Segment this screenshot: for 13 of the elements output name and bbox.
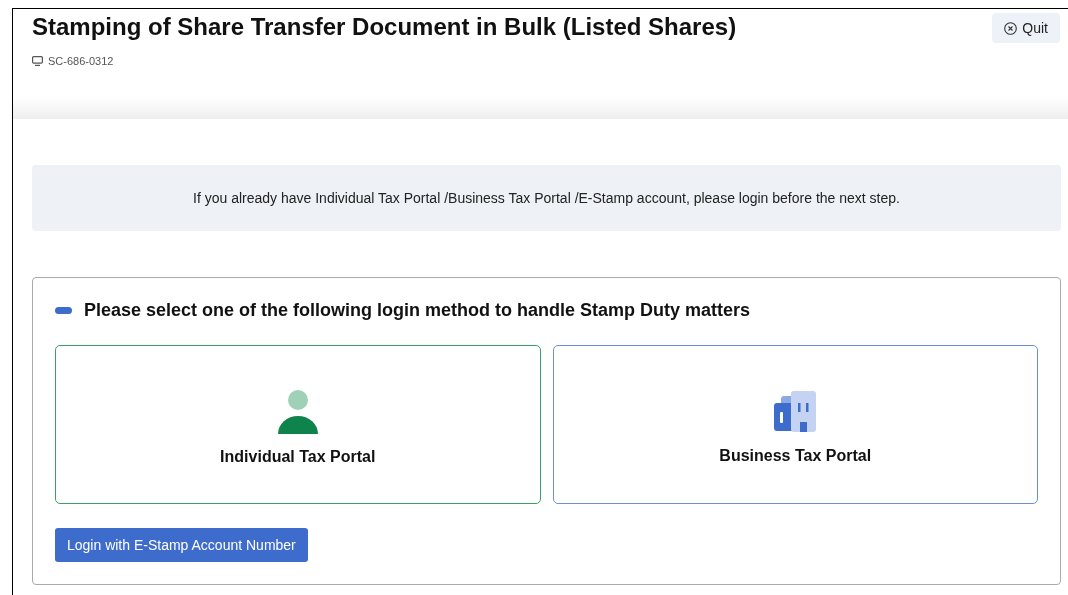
section-heading: Please select one of the following login method to handle Stamp Duty matters — [84, 300, 751, 321]
service-code: SC-686-0312 — [48, 55, 114, 67]
quit-button[interactable]: Quit — [992, 13, 1060, 43]
page-title: Stamping of Share Transfer Document in Bulk (Listed Shares) — [32, 13, 737, 41]
business-portal-card[interactable]: Business Tax Portal — [552, 345, 1038, 504]
close-circle-icon — [1004, 21, 1018, 35]
individual-portal-card[interactable]: Individual Tax Portal — [55, 345, 541, 504]
notice-message: If you already have Individual Tax Portal /Business Tax Portal /E-Stamp account, please login before the next step. — [32, 165, 1061, 231]
estamp-login-button[interactable]: Login with E-Stamp Account Number — [55, 528, 308, 562]
heading-marker — [55, 307, 72, 314]
building-icon — [774, 391, 817, 433]
monitor-icon — [32, 56, 43, 66]
person-icon — [277, 390, 318, 434]
